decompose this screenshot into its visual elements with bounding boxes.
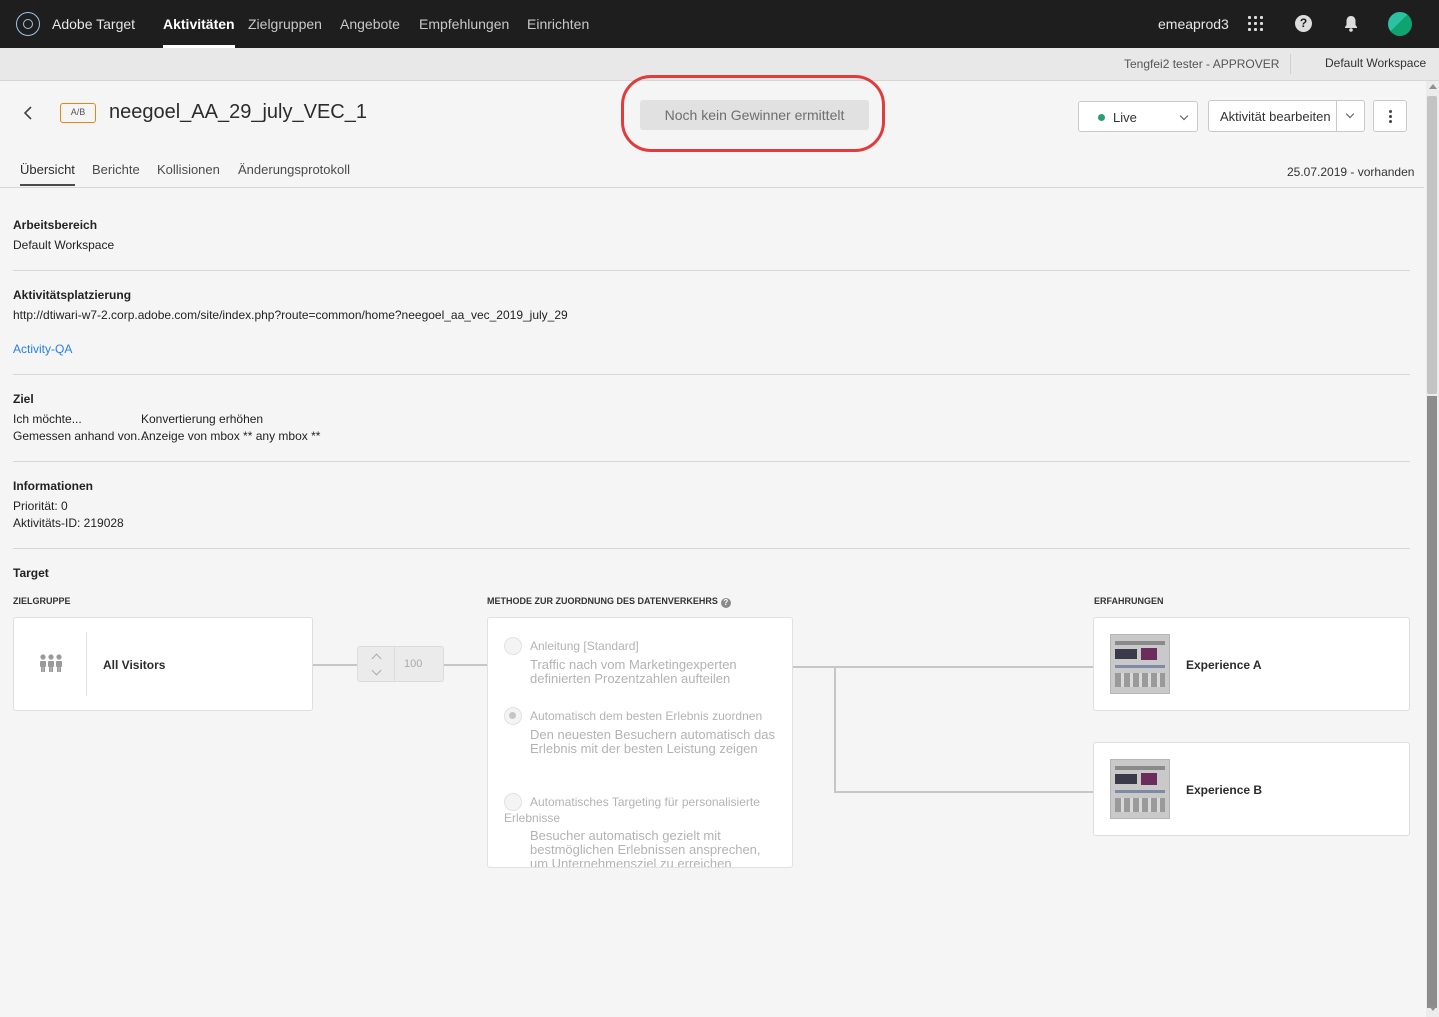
priority-value: Priorität: 0: [13, 499, 68, 513]
connector-line: [444, 664, 487, 666]
divider: [1336, 101, 1337, 131]
traffic-allocation-value: 100: [404, 658, 423, 670]
section-heading-goal: Ziel: [13, 392, 34, 406]
goal-label: Ich möchte...: [13, 412, 82, 426]
nav-item-audiences[interactable]: Zielgruppen: [248, 16, 322, 32]
highlight-annotation: [621, 75, 885, 152]
section-heading-target: Target: [13, 566, 49, 580]
connector-line: [793, 666, 1093, 668]
traffic-method-card: Anleitung [Standard] Traffic nach vom Ma…: [487, 617, 793, 868]
scrollbar-thumb[interactable]: [1427, 96, 1437, 394]
nav-item-activities[interactable]: Aktivitäten: [163, 16, 235, 48]
activity-type-badge: A/B: [60, 103, 96, 123]
adobe-target-logo-icon[interactable]: [16, 12, 40, 36]
experience-thumbnail: [1110, 634, 1170, 694]
experience-thumbnail: [1110, 759, 1170, 819]
scrollbar-lower-track[interactable]: [1427, 396, 1437, 1008]
activity-date-range: 25.07.2019 - vorhanden: [1287, 165, 1415, 179]
divider: [13, 461, 1410, 462]
traffic-method-label: METHODE ZUR ZUORDNUNG DES DATENVERKEHRS: [487, 596, 718, 606]
more-actions-button[interactable]: [1373, 100, 1407, 132]
column-heading-audience: ZIELGRUPPE: [13, 596, 71, 606]
experience-name: Experience A: [1186, 658, 1262, 672]
increment-icon[interactable]: [371, 653, 382, 664]
section-heading-workspace: Arbeitsbereich: [13, 218, 98, 232]
app-name[interactable]: Adobe Target: [52, 16, 135, 32]
visitors-icon: [40, 654, 62, 672]
metric-label: Gemessen anhand von...: [13, 429, 148, 443]
back-arrow-icon[interactable]: [22, 106, 34, 120]
live-status-dot-icon: [1098, 114, 1105, 121]
connector-line: [313, 664, 357, 666]
divider: [1290, 54, 1291, 74]
org-switcher[interactable]: emeaprod3: [1158, 16, 1229, 32]
activity-qa-link[interactable]: Activity-QA: [13, 342, 72, 356]
method-desc-manual: Traffic nach vom Marketingexperten defin…: [530, 657, 737, 686]
nav-item-recommendations[interactable]: Empfehlungen: [419, 16, 509, 32]
help-icon[interactable]: ?: [1295, 15, 1312, 32]
apps-grid-icon[interactable]: [1248, 16, 1263, 31]
activity-id-value: Aktivitäts-ID: 219028: [13, 516, 124, 530]
edit-activity-button[interactable]: Aktivität bearbeiten: [1208, 100, 1365, 132]
method-title-auto-target: Automatisches Targeting für personalisie…: [504, 795, 760, 825]
info-icon[interactable]: ?: [720, 598, 731, 608]
connector-line: [834, 791, 1093, 793]
audience-card[interactable]: All Visitors: [13, 617, 313, 711]
divider: [13, 374, 1410, 375]
chevron-down-icon: [1179, 111, 1189, 121]
workspace-selector[interactable]: Default Workspace: [1325, 56, 1426, 70]
goal-value: Konvertierung erhöhen: [141, 412, 264, 426]
scroll-down-arrow-icon[interactable]: [1429, 1006, 1437, 1011]
tab-collisions[interactable]: Kollisionen: [157, 162, 220, 177]
chevron-down-icon[interactable]: [1345, 109, 1355, 119]
tab-overview[interactable]: Übersicht: [20, 162, 75, 186]
status-label: Live: [1113, 110, 1137, 125]
method-title-manual: Anleitung [Standard]: [530, 639, 639, 653]
traffic-allocation-stepper[interactable]: 100: [357, 646, 444, 682]
avatar[interactable]: [1388, 12, 1412, 36]
divider: [394, 647, 395, 681]
divider: [13, 548, 1410, 549]
divider: [13, 270, 1410, 271]
status-dropdown[interactable]: Live: [1078, 101, 1198, 132]
tab-change-log[interactable]: Änderungsprotokoll: [238, 162, 350, 177]
placement-url: http://dtiwari-w7-2.corp.adobe.com/site/…: [13, 308, 568, 322]
top-navigation: Adobe Target Aktivitäten Zielgruppen Ang…: [0, 0, 1439, 48]
radio-auto-allocate[interactable]: [504, 707, 522, 725]
divider: [86, 632, 87, 696]
metric-value: Anzeige von mbox ** any mbox **: [141, 429, 321, 443]
user-role: Tengfei2 tester - APPROVER: [1124, 57, 1280, 71]
section-heading-placement: Aktivitätsplatzierung: [13, 288, 132, 302]
column-heading-traffic-method: METHODE ZUR ZUORDNUNG DES DATENVERKEHRS?: [487, 596, 731, 608]
experience-name: Experience B: [1186, 783, 1263, 797]
workspace-value: Default Workspace: [13, 238, 115, 252]
experience-card-b[interactable]: Experience B: [1093, 742, 1410, 836]
edit-activity-label: Aktivität bearbeiten: [1220, 109, 1331, 124]
method-desc-auto-allocate: Den neuesten Besuchern automatisch das E…: [530, 727, 775, 756]
column-heading-experiences: ERFAHRUNGEN: [1094, 596, 1164, 606]
method-desc-auto-target: Besucher automatisch gezielt mit bestmög…: [530, 828, 761, 868]
method-title-auto-allocate: Automatisch dem besten Erlebnis zuordnen: [530, 709, 763, 723]
audience-name: All Visitors: [103, 658, 166, 672]
nav-item-setup[interactable]: Einrichten: [527, 16, 589, 32]
radio-manual[interactable]: [504, 637, 522, 655]
bell-icon[interactable]: [1343, 15, 1359, 32]
section-heading-info: Informationen: [13, 479, 93, 493]
scroll-up-arrow-icon[interactable]: [1429, 84, 1437, 89]
experience-card-a[interactable]: Experience A: [1093, 617, 1410, 711]
tab-reports[interactable]: Berichte: [92, 162, 140, 177]
nav-item-offers[interactable]: Angebote: [340, 16, 400, 32]
divider: [0, 187, 1424, 188]
decrement-icon[interactable]: [371, 665, 382, 676]
activity-title: neegoel_AA_29_july_VEC_1: [109, 101, 367, 123]
connector-line: [834, 666, 836, 792]
